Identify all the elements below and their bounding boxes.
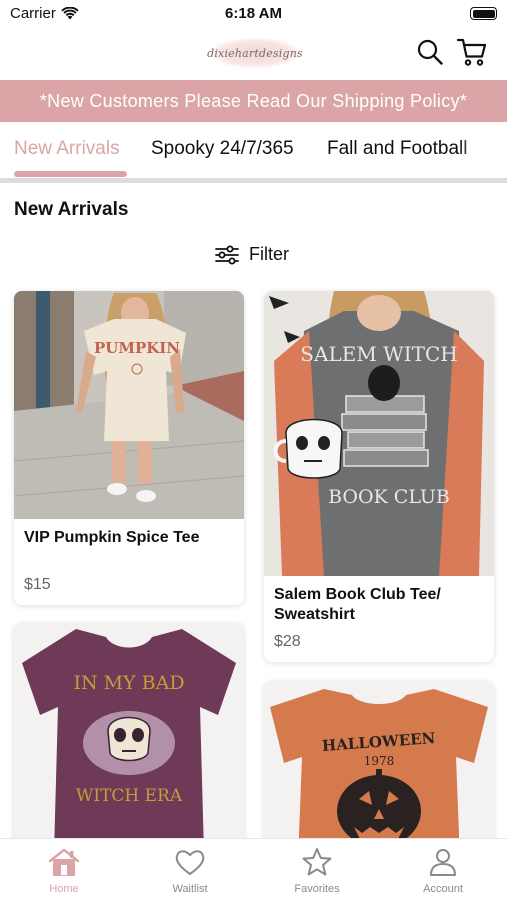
product-price: $28 bbox=[274, 633, 301, 650]
star-icon bbox=[302, 848, 332, 876]
cart-icon bbox=[456, 38, 487, 66]
product-title[interactable]: VIP Pumpkin Spice Tee bbox=[24, 528, 234, 548]
heart-icon bbox=[175, 850, 205, 875]
shirt-print-text: BOOK CLUB bbox=[328, 486, 450, 508]
tab-new-arrivals[interactable]: New Arrivals bbox=[14, 138, 120, 160]
tab-spooky[interactable]: Spooky 24/7/365 bbox=[151, 138, 294, 160]
product-image[interactable]: SALEM WITCH BOOK CLUB bbox=[264, 291, 494, 576]
shirt-print-text: 1978 bbox=[364, 754, 395, 768]
nav-home[interactable]: Home bbox=[19, 847, 109, 895]
active-tab-indicator bbox=[14, 171, 127, 177]
tab-scroll-fade bbox=[457, 122, 507, 178]
status-bar: Carrier 6:18 AM bbox=[0, 0, 507, 28]
product-card[interactable]: PUMPKIN VIP Pumpkin Spice Tee $15 bbox=[14, 291, 244, 605]
nav-label: Account bbox=[423, 883, 463, 895]
tabs-divider bbox=[0, 178, 507, 183]
tab-fall-and-football[interactable]: Fall and Football bbox=[327, 138, 467, 160]
nav-label: Waitlist bbox=[172, 883, 208, 895]
nav-account[interactable]: Account bbox=[398, 847, 488, 895]
banner-text: *New Customers Please Read Our Shipping … bbox=[39, 90, 468, 111]
app-header: dixiehartdesigns bbox=[0, 28, 507, 78]
product-card[interactable]: HALLOWEEN 1978 bbox=[264, 681, 494, 861]
sliders-icon bbox=[215, 245, 239, 264]
nav-favorites[interactable]: Favorites bbox=[272, 847, 362, 895]
shirt-print-text: IN MY BAD bbox=[73, 672, 184, 694]
logo-text: dixiehartdesigns bbox=[207, 46, 303, 60]
product-card[interactable]: SALEM WITCH BOOK CLUB Salem Book Club Te… bbox=[264, 291, 494, 662]
brand-logo[interactable]: dixiehartdesigns bbox=[190, 36, 320, 70]
filter-label: Filter bbox=[249, 244, 289, 264]
nav-waitlist[interactable]: Waitlist bbox=[145, 847, 235, 895]
bottom-tab-bar: Home Waitlist Favorites Account bbox=[0, 838, 507, 900]
product-title[interactable]: Salem Book Club Tee/ Sweatshirt bbox=[274, 585, 484, 625]
nav-label: Favorites bbox=[294, 883, 340, 895]
nav-label: Home bbox=[49, 883, 79, 895]
product-image[interactable]: PUMPKIN bbox=[14, 291, 244, 519]
product-image[interactable]: IN MY BAD WITCH ERA bbox=[14, 623, 244, 853]
person-icon bbox=[430, 849, 456, 876]
search-button[interactable] bbox=[416, 38, 444, 66]
battery-icon bbox=[470, 7, 497, 20]
product-card[interactable]: IN MY BAD WITCH ERA bbox=[14, 623, 244, 853]
category-tabs: New Arrivals Spooky 24/7/365 Fall and Fo… bbox=[0, 122, 507, 184]
shirt-print-text: SALEM WITCH bbox=[300, 342, 457, 366]
product-image[interactable]: HALLOWEEN 1978 bbox=[264, 681, 494, 861]
section-title: New Arrivals bbox=[14, 199, 129, 220]
home-icon bbox=[48, 848, 80, 876]
search-icon bbox=[417, 39, 443, 65]
cart-button[interactable] bbox=[456, 36, 488, 68]
clock: 6:18 AM bbox=[225, 5, 282, 22]
shipping-policy-banner[interactable]: *New Customers Please Read Our Shipping … bbox=[0, 80, 507, 122]
product-price: $15 bbox=[24, 576, 51, 593]
shirt-print-text: WITCH ERA bbox=[76, 786, 183, 806]
battery-level bbox=[472, 9, 495, 18]
filter-button[interactable]: Filter bbox=[215, 244, 289, 265]
shirt-print-text: PUMPKIN bbox=[94, 339, 180, 357]
